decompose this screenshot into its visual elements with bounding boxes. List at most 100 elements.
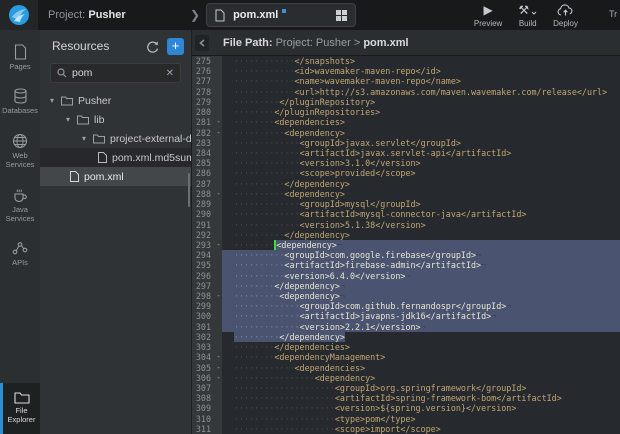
topbar-actions: ▶ Preview ⚒ Build Deploy xyxy=(474,3,578,28)
code-line-296[interactable]: 296··········<version>6.4.0</version>¬ xyxy=(192,271,620,281)
preview-button[interactable]: ▶ Preview xyxy=(474,3,502,28)
code-line-299[interactable]: 299·············<groupId>com.github.fern… xyxy=(192,301,620,311)
code-line-276[interactable]: 276············<id>wavemaker-maven-repo<… xyxy=(192,66,620,76)
project-breadcrumb: Project: Pusher xyxy=(38,9,190,21)
code-line-281[interactable]: 281-········<dependencies> xyxy=(192,117,620,127)
sidebar-item-apis[interactable]: APIs xyxy=(0,235,40,274)
code-line-311[interactable]: 311····················<scope>import</sc… xyxy=(192,424,620,434)
code-line-293[interactable]: 293-········<dependency>¬ xyxy=(192,240,620,250)
tree-item-pom-xml[interactable]: pom.xml xyxy=(40,167,191,186)
code-line-288[interactable]: 288-··········<dependency> xyxy=(192,189,620,199)
code-line-301[interactable]: 301·············<version>2.2.1</version>… xyxy=(192,322,620,332)
coffee-cup-icon xyxy=(12,187,28,203)
tree-item-lib[interactable]: ▾ lib xyxy=(40,110,191,129)
refresh-button[interactable] xyxy=(146,40,159,53)
app-logo[interactable] xyxy=(0,0,38,30)
sidebar-item-databases[interactable]: Databases xyxy=(0,82,40,122)
file-path-middle: Project: Pusher > xyxy=(276,37,361,49)
code-line-291[interactable]: 291·············<version>5.1.38</version… xyxy=(192,220,620,230)
code-area[interactable]: 275············</snapshots>276··········… xyxy=(192,56,620,434)
resources-scrollbar-thumb[interactable] xyxy=(188,173,190,207)
caret-down-icon[interactable]: ▾ xyxy=(82,134,93,143)
tree-item-project-external-dependencies[interactable]: ▾ project-external-depen xyxy=(40,129,191,148)
code-line-302[interactable]: 302·········</dependency> xyxy=(192,332,620,342)
truncated-right-label[interactable]: Tr xyxy=(609,9,620,19)
sidebar-item-file-explorer[interactable]: File Explorer xyxy=(0,383,40,434)
code-line-305[interactable]: 305-············<dependencies> xyxy=(192,363,620,373)
caret-down-icon[interactable]: ▾ xyxy=(50,96,61,105)
code-line-309[interactable]: 309····················<version>${spring… xyxy=(192,403,620,413)
layout-grid-icon[interactable] xyxy=(336,10,347,21)
code-line-307[interactable]: 307····················<groupId>org.spri… xyxy=(192,383,620,393)
code-line-287[interactable]: 287··········</dependency> xyxy=(192,179,620,189)
top-bar: Project: Pusher ❯ pom.xml ▶ Preview ⚒ Bu… xyxy=(0,0,620,30)
tree-item-pom-xml-md5sum[interactable]: pom.xml.md5sum xyxy=(40,148,191,167)
code-line-286[interactable]: 286·············<scope>provided</scope> xyxy=(192,168,620,178)
code-line-283[interactable]: 283·············<groupId>javax.servlet</… xyxy=(192,138,620,148)
resources-panel: Resources + ✕ ▾ Pusher xyxy=(40,30,192,434)
deploy-button[interactable]: Deploy xyxy=(553,3,578,28)
wavemaker-logo-icon xyxy=(8,4,30,26)
code-line-298[interactable]: 298-·········<dependency>¬ xyxy=(192,291,620,301)
code-line-280[interactable]: 280········</pluginRepositories> xyxy=(192,107,620,117)
file-path-breadcrumb: File Path: Project: Pusher > pom.xml xyxy=(223,37,409,49)
file-icon xyxy=(70,171,79,182)
folder-icon xyxy=(93,134,105,144)
code-line-289[interactable]: 289·············<groupId>mysql</groupId> xyxy=(192,199,620,209)
sidebar-item-web-services[interactable]: Web Services xyxy=(0,127,40,175)
code-line-284[interactable]: 284·············<artifactId>javax.servle… xyxy=(192,148,620,158)
resource-search-box: ✕ xyxy=(50,63,181,83)
refresh-icon xyxy=(146,40,159,53)
code-line-292[interactable]: 292··········</dependency> xyxy=(192,230,620,240)
code-line-290[interactable]: 290·············<artifactId>mysql-connec… xyxy=(192,209,620,219)
tab-file-name: pom.xml xyxy=(233,9,278,21)
code-line-275[interactable]: 275············</snapshots> xyxy=(192,56,620,66)
file-icon xyxy=(215,9,225,22)
build-button[interactable]: ⚒ Build xyxy=(518,3,537,28)
search-input[interactable] xyxy=(72,67,166,79)
open-file-tab[interactable]: pom.xml xyxy=(206,3,356,27)
tools-icon: ⚒ xyxy=(518,3,529,17)
code-editor: File Path: Project: Pusher > pom.xml 275… xyxy=(192,30,620,434)
code-line-295[interactable]: 295··········<artifactId>firebase-admin<… xyxy=(192,260,620,270)
file-path-file: pom.xml xyxy=(363,37,408,49)
play-icon: ▶ xyxy=(483,3,492,18)
caret-down-icon[interactable]: ▾ xyxy=(66,115,77,124)
code-line-279[interactable]: 279·········</pluginRepository> xyxy=(192,97,620,107)
code-line-310[interactable]: 310····················<type>pom</type> xyxy=(192,414,620,424)
unsaved-dot xyxy=(282,9,286,13)
collapse-panel-button[interactable] xyxy=(195,35,209,51)
chevron-down-icon xyxy=(531,11,537,15)
add-resource-button[interactable]: + xyxy=(167,38,184,55)
cloud-upload-icon xyxy=(557,4,574,17)
code-line-304[interactable]: 304-········<dependencyManagement> xyxy=(192,352,620,362)
sidebar-item-java-services[interactable]: Java Services xyxy=(0,181,40,229)
left-nav-bar: Pages Databases Web Services Java Serv xyxy=(0,30,40,434)
editor-header: File Path: Project: Pusher > pom.xml xyxy=(192,30,620,56)
code-line-282[interactable]: 282-··········<dependency> xyxy=(192,128,620,138)
file-icon xyxy=(98,152,107,163)
file-path-label: File Path: xyxy=(223,37,273,49)
api-nodes-icon xyxy=(12,241,28,256)
folder-icon xyxy=(61,96,73,106)
clear-search-icon[interactable]: ✕ xyxy=(166,68,174,79)
code-line-277[interactable]: 277············<name>wavemaker-maven-rep… xyxy=(192,76,620,86)
code-line-294[interactable]: 294··········<groupId>com.google.firebas… xyxy=(192,250,620,260)
chevron-left-icon xyxy=(199,39,205,47)
code-line-297[interactable]: 297········</dependency>¬ xyxy=(192,281,620,291)
globe-icon xyxy=(12,133,28,149)
folder-icon xyxy=(77,115,89,125)
code-line-303[interactable]: 303········</dependencies> xyxy=(192,342,620,352)
project-label: Project: xyxy=(48,9,85,21)
page-icon xyxy=(13,44,28,60)
database-icon xyxy=(13,88,28,104)
code-line-285[interactable]: 285·············<version>3.1.0</version> xyxy=(192,158,620,168)
file-tree: ▾ Pusher ▾ lib ▾ project-external-depen xyxy=(40,91,191,434)
code-line-306[interactable]: 306-················<dependency> xyxy=(192,373,620,383)
code-line-278[interactable]: 278············<url>http://s3.amazonaws.… xyxy=(192,87,620,97)
sidebar-item-pages[interactable]: Pages xyxy=(0,38,40,78)
code-line-300[interactable]: 300·············<artifactId>javapns-jdk1… xyxy=(192,311,620,321)
code-line-308[interactable]: 308····················<artifactId>sprin… xyxy=(192,393,620,403)
chevron-right-icon: ❯ xyxy=(190,8,200,22)
tree-item-pusher[interactable]: ▾ Pusher xyxy=(40,91,191,110)
